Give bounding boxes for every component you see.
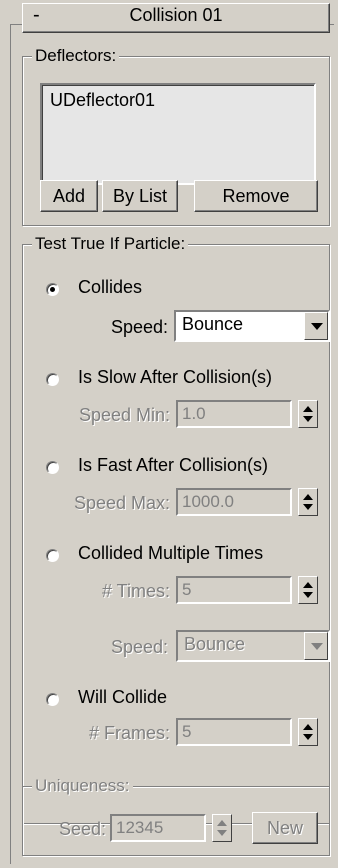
slow-label: Is Slow After Collision(s) bbox=[78, 367, 273, 387]
seed-spinner[interactable] bbox=[212, 814, 232, 842]
collides-speed-label: Speed: bbox=[110, 317, 168, 337]
multiple-speed-value: Bounce bbox=[184, 634, 246, 654]
collides-speed-value: Bounce bbox=[182, 314, 244, 334]
remove-button[interactable]: Remove bbox=[194, 180, 318, 212]
times-spinner[interactable] bbox=[298, 576, 318, 604]
fast-label: Is Fast After Collision(s) bbox=[78, 455, 269, 475]
add-button[interactable]: Add bbox=[40, 180, 98, 212]
times-field[interactable]: 5 bbox=[176, 576, 292, 604]
speed-max-label: Speed Max: bbox=[73, 493, 170, 513]
new-seed-button[interactable]: New bbox=[252, 812, 318, 844]
test-legend: Test True If Particle: bbox=[32, 234, 189, 254]
multiple-label: Collided Multiple Times bbox=[78, 543, 264, 563]
multiple-speed-dropdown[interactable]: Bounce bbox=[176, 630, 330, 662]
uniqueness-legend: Uniqueness: bbox=[32, 776, 133, 796]
fast-radio[interactable] bbox=[46, 461, 59, 474]
seed-label: Seed: bbox=[58, 819, 106, 839]
speed-min-label: Speed Min: bbox=[78, 405, 170, 425]
speed-max-spinner[interactable] bbox=[298, 488, 318, 516]
frames-field[interactable]: 5 bbox=[176, 718, 292, 746]
frames-spinner[interactable] bbox=[298, 718, 318, 746]
chevron-down-icon[interactable] bbox=[304, 632, 328, 660]
deflectors-legend: Deflectors: bbox=[32, 46, 120, 66]
will-collide-radio[interactable] bbox=[46, 693, 59, 706]
collides-speed-dropdown[interactable]: Bounce bbox=[174, 310, 330, 342]
frames-label: # Frames: bbox=[88, 723, 170, 743]
list-item[interactable]: UDeflector01 bbox=[50, 90, 155, 111]
collides-label: Collides bbox=[78, 277, 143, 297]
chevron-down-icon[interactable] bbox=[304, 312, 328, 340]
multiple-speed-label: Speed: bbox=[110, 637, 168, 657]
speed-min-field[interactable]: 1.0 bbox=[176, 400, 292, 428]
times-label: # Times: bbox=[101, 581, 170, 601]
will-collide-label: Will Collide bbox=[78, 687, 168, 707]
rollout-title: Collision 01 bbox=[129, 5, 223, 25]
collides-radio[interactable] bbox=[46, 283, 59, 296]
seed-field[interactable]: 12345 bbox=[110, 814, 206, 842]
speed-max-field[interactable]: 1000.0 bbox=[176, 488, 292, 516]
speed-min-spinner[interactable] bbox=[298, 400, 318, 428]
multiple-radio[interactable] bbox=[46, 549, 59, 562]
by-list-button[interactable]: By List bbox=[102, 180, 178, 212]
deflectors-listbox[interactable]: UDeflector01 bbox=[40, 83, 316, 185]
slow-radio[interactable] bbox=[46, 373, 59, 386]
